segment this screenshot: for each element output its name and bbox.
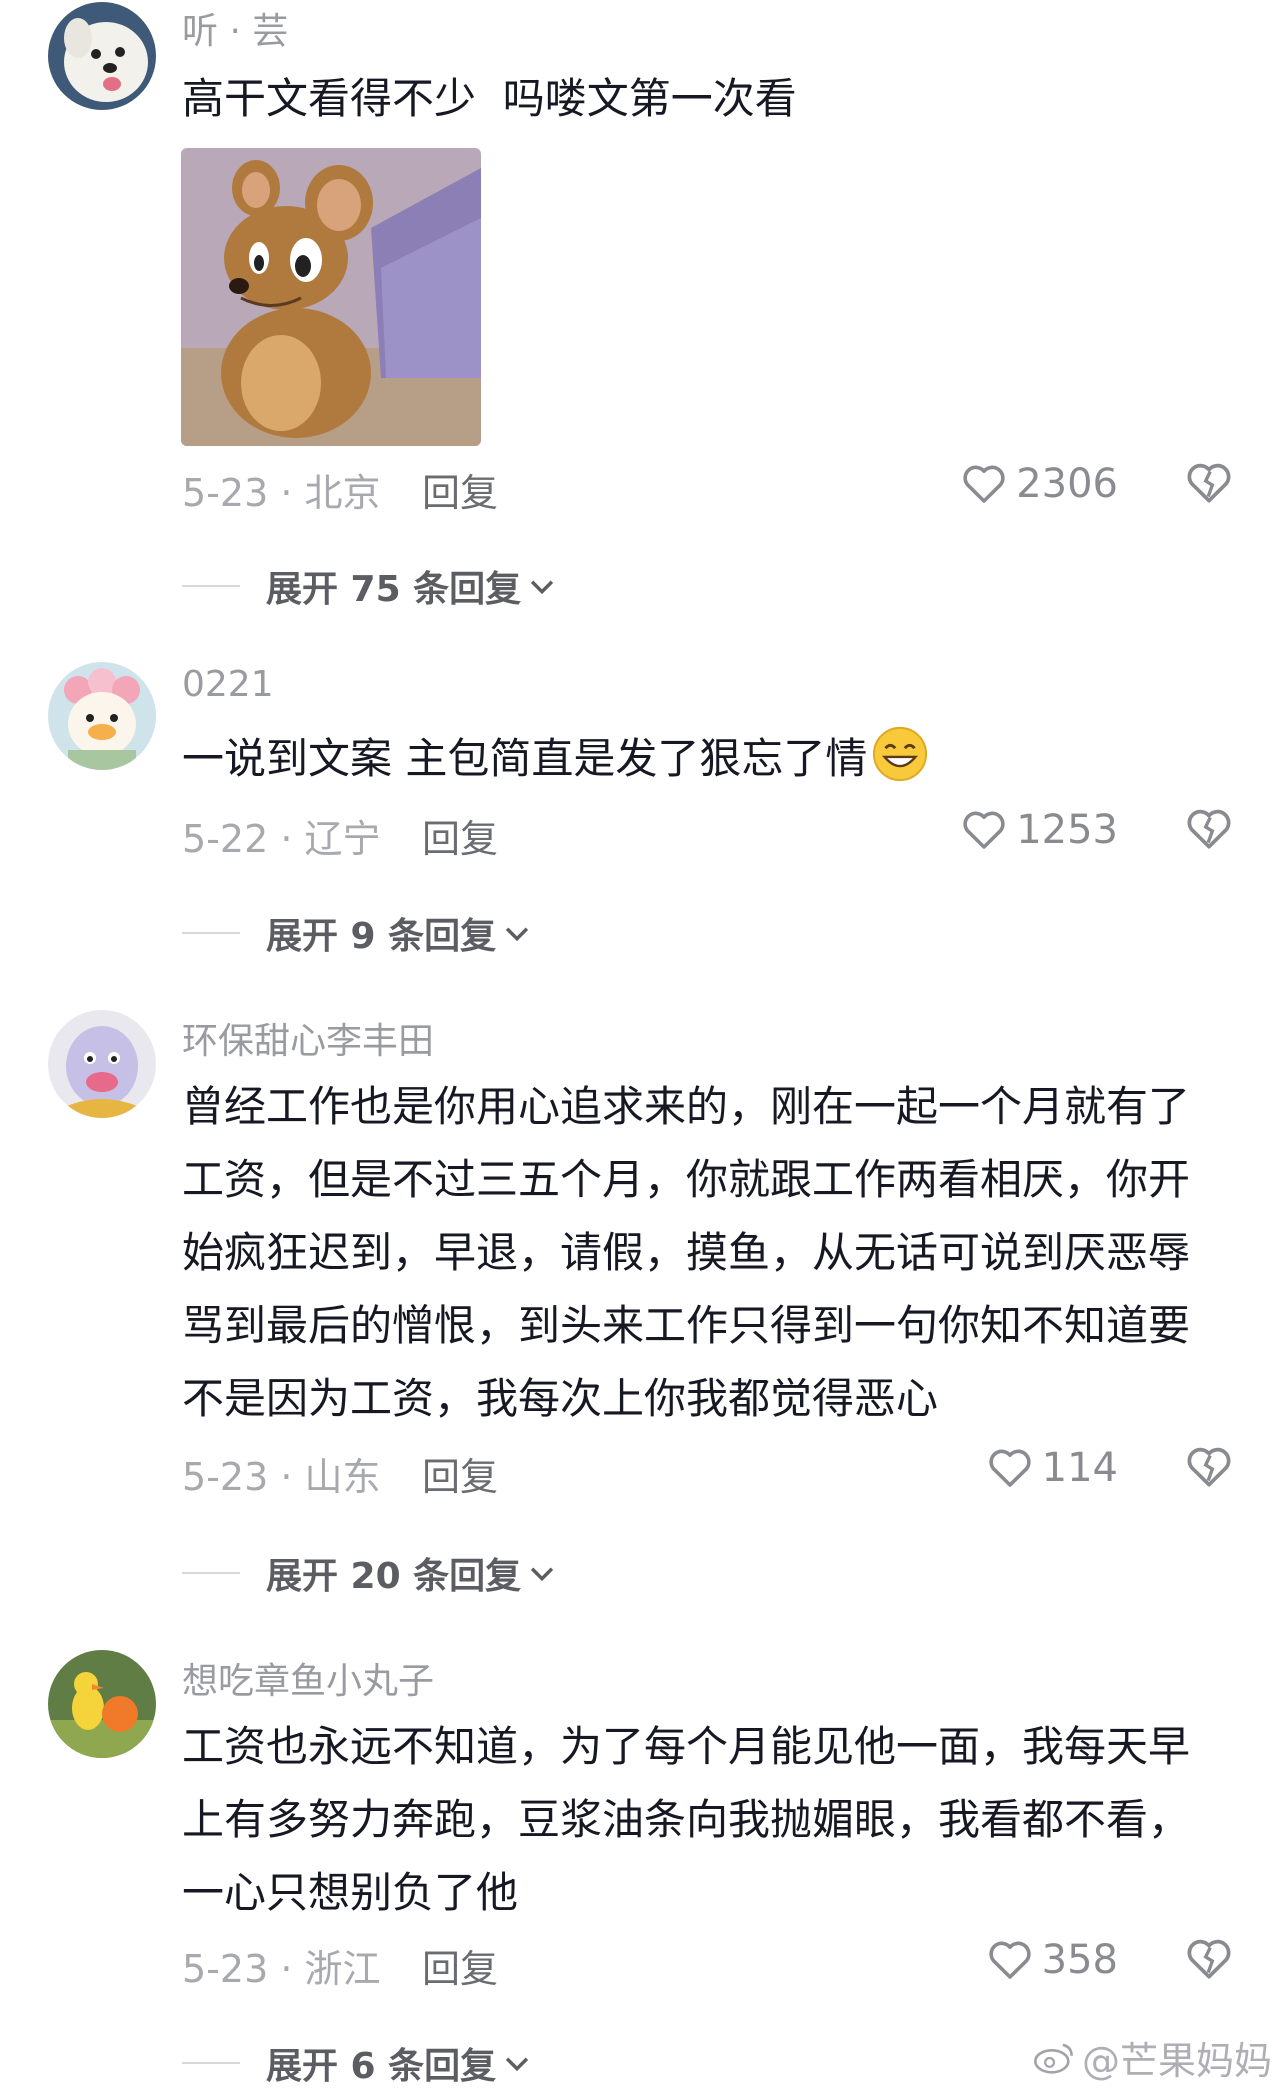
duck-ball-avatar-image [48, 1650, 156, 1758]
divider-line [182, 1572, 240, 1574]
broken-heart-icon[interactable] [1184, 1934, 1234, 1984]
divider-line [182, 2062, 240, 2064]
comment-image[interactable] [181, 148, 481, 446]
heart-outline-icon [963, 465, 1005, 503]
reply-button[interactable]: 回复 [422, 1446, 498, 1501]
expand-replies-label: 展开 9 条回复 [266, 916, 497, 957]
chevron-down-icon [531, 1567, 554, 1582]
weibo-logo-icon [1033, 2043, 1073, 2074]
reply-button[interactable]: 回复 [422, 808, 498, 863]
character-avatar-image [48, 1010, 156, 1118]
like-button[interactable]: 114 [986, 1442, 1118, 1494]
comment-date-location: 5-23 · 山东 [182, 1455, 381, 1499]
chevron-down-icon [531, 580, 554, 595]
reply-button[interactable]: 回复 [422, 462, 498, 517]
avatar[interactable] [48, 2, 156, 110]
expand-replies-label: 展开 20 条回复 [266, 1556, 522, 1597]
comment-date-location: 5-23 · 浙江 [182, 1947, 381, 1991]
username[interactable]: 0221 [182, 664, 274, 705]
like-count: 114 [1041, 1445, 1118, 1491]
comment-text: 曾经工作也是你用心追求来的，刚在一起一个月就有了工资，但是不过三五个月，你就跟工… [182, 1082, 1191, 1423]
avatar[interactable] [48, 662, 156, 770]
like-button[interactable]: 358 [986, 1934, 1118, 1986]
like-button[interactable]: 2306 [960, 458, 1118, 510]
comment-text: 高干文看得不少 吗喽文第一次看 [182, 74, 797, 123]
avatar[interactable] [48, 1650, 156, 1758]
comment-date-location: 5-23 · 北京 [182, 471, 381, 515]
like-count: 2306 [1016, 461, 1118, 507]
comment-text: 工资也永远不知道，为了每个月能见他一面，我每天早上有多努力奔跑，豆浆油条向我抛媚… [182, 1722, 1191, 1917]
duck-avatar-image [48, 662, 156, 770]
heart-outline-icon [963, 811, 1005, 849]
chevron-down-icon [506, 927, 529, 942]
heart-outline-icon [989, 1941, 1031, 1979]
watermark-text: @芒果妈妈 [1081, 2039, 1272, 2083]
watermark: @芒果妈妈 [1032, 2030, 1272, 2085]
comment-text: 一说到文案 主包简直是发了狠忘了情 [182, 722, 1222, 795]
broken-heart-icon[interactable] [1184, 1442, 1234, 1492]
avatar[interactable] [48, 1010, 156, 1118]
username[interactable]: 想吃章鱼小丸子 [182, 1652, 434, 1704]
broken-heart-icon[interactable] [1184, 458, 1234, 508]
heart-outline-icon [989, 1449, 1031, 1487]
comment-text-content: 一说到文案 主包简直是发了狠忘了情 [182, 734, 868, 783]
expand-replies-button[interactable]: 展开 9 条回复 [182, 908, 534, 958]
username[interactable]: 环保甜心李丰田 [182, 1012, 434, 1064]
like-count: 1253 [1016, 807, 1118, 853]
expand-replies-label: 展开 6 条回复 [266, 2046, 497, 2087]
divider-line [182, 932, 240, 934]
like-count: 358 [1041, 1937, 1118, 1983]
expand-replies-button[interactable]: 展开 6 条回复 [182, 2038, 534, 2088]
username[interactable]: 听 · 芸 [182, 2, 288, 54]
like-button[interactable]: 1253 [960, 804, 1118, 856]
divider-line [182, 585, 240, 587]
expand-replies-label: 展开 75 条回复 [266, 569, 522, 610]
chevron-down-icon [506, 2057, 529, 2072]
expand-replies-button[interactable]: 展开 20 条回复 [182, 1548, 559, 1598]
broken-heart-icon[interactable] [1184, 804, 1234, 854]
dog-avatar-image [48, 2, 156, 110]
reply-button[interactable]: 回复 [422, 1938, 498, 1993]
expand-replies-button[interactable]: 展开 75 条回复 [182, 561, 559, 611]
mouse-meme-image [181, 148, 481, 446]
comment-date-location: 5-22 · 辽宁 [182, 817, 381, 861]
grinning-face-emoji [873, 726, 928, 782]
